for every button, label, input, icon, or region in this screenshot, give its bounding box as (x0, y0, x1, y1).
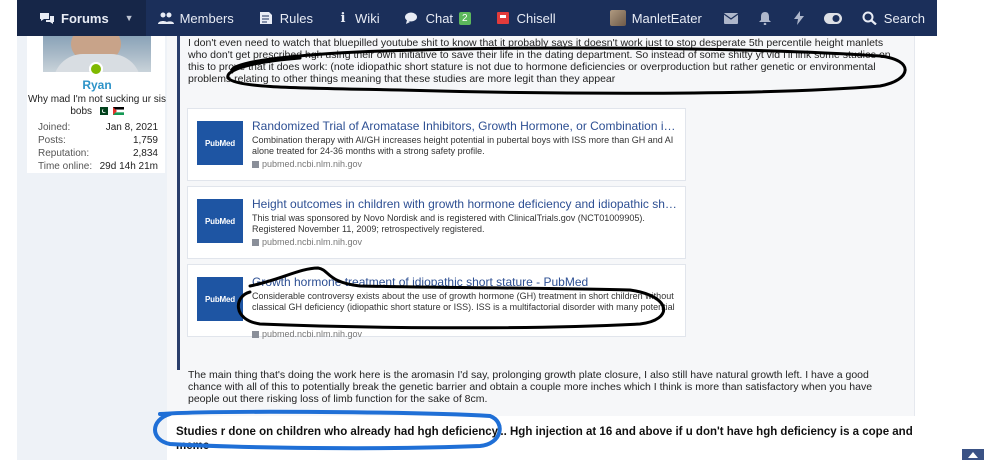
nav-wiki-label: Wiki (355, 10, 380, 26)
embed-source-text: pubmed.ncbi.nlm.nih.gov (262, 329, 363, 339)
reply-text: Studies r done on children who already h… (176, 426, 913, 452)
forum-page: { "nav": { "forums": "Forums", "members"… (0, 0, 1000, 460)
bell-icon[interactable] (748, 0, 782, 36)
right-gutter (924, 36, 937, 460)
info-icon: i (340, 10, 346, 26)
chisell-icon (496, 12, 509, 24)
bolt-icon[interactable] (782, 0, 816, 36)
nav-chisell[interactable]: Chisell (483, 0, 568, 36)
nav-wiki[interactable]: i Wiki (325, 0, 392, 36)
post-intro-text: I don't even need to watch that bluepill… (188, 37, 891, 85)
top-nav: Forums ▼ Members Rules i Wiki Chat 2 Chi… (17, 0, 937, 36)
pubmed-logo-icon: PubMed (197, 121, 243, 165)
book-icon (259, 12, 272, 24)
nav-search-label: Search (883, 10, 925, 26)
nav-chat[interactable]: Chat 2 (392, 0, 483, 36)
pubmed-logo-icon: PubMed (197, 277, 243, 321)
link-embed[interactable]: PubMed Randomized Trial of Aromatase Inh… (187, 108, 686, 181)
chat-badge: 2 (459, 11, 471, 25)
stat-joined: Joined: Jan 8, 2021 (38, 121, 158, 134)
stat-label: Posts: (38, 135, 66, 146)
nav-members-label: Members (179, 10, 234, 26)
chevron-down-icon[interactable]: ▼ (125, 13, 134, 23)
scroll-to-top-button[interactable] (962, 449, 984, 460)
nav-search[interactable]: Search (850, 0, 937, 36)
account-username: ManletEater (631, 10, 702, 26)
embed-description: Considerable controversy exists about th… (252, 291, 675, 312)
comments-icon (40, 13, 54, 24)
online-status-icon (89, 62, 103, 76)
avatar (609, 10, 626, 26)
toggle-icon[interactable] (816, 0, 850, 36)
post-outro-text: The main thing that's doing the work her… (188, 369, 873, 405)
favicon-icon (252, 238, 259, 246)
stat-label: Joined: (38, 122, 71, 133)
embed-title[interactable]: Growth hormone treatment of idiopathic s… (252, 275, 677, 289)
embed-title[interactable]: Randomized Trial of Aromatase Inhibitors… (252, 119, 677, 133)
favicon-icon (252, 330, 259, 338)
nav-rules[interactable]: Rules (246, 0, 325, 36)
embed-source-text: pubmed.ncbi.nlm.nih.gov (262, 237, 363, 247)
nav-chisell-label: Chisell (516, 10, 556, 26)
nav-chat-label: Chat (425, 10, 454, 26)
nav-forums[interactable]: Forums ▼ (17, 0, 146, 36)
user-stats: Joined: Jan 8, 2021 Posts: 1,759 Reputatio… (38, 121, 158, 173)
nav-right: ManletEater Search (598, 0, 937, 36)
stat-value: 1,759 (132, 135, 158, 146)
palestine-flag-icon (112, 107, 124, 116)
stat-label: Time online: (38, 161, 93, 172)
stat-reputation: Reputation: 2,834 (38, 147, 158, 160)
stat-value: Jan 8, 2021 (105, 122, 158, 133)
embed-source: pubmed.ncbi.nlm.nih.gov (252, 237, 362, 247)
nav-rules-label: Rules (279, 10, 314, 26)
favicon-icon (252, 160, 259, 168)
embed-description: This trial was sponsored by Novo Nordisk… (252, 213, 645, 234)
embed-description: Combination therapy with AI/GH increases… (252, 135, 674, 156)
stat-time-online: Time online: 29d 14h 21m (38, 160, 158, 173)
embed-source-text: pubmed.ncbi.nlm.nih.gov (262, 159, 363, 169)
quote-bar (177, 36, 180, 370)
pakistan-flag-icon (96, 107, 108, 116)
nav-forums-label: Forums (61, 10, 109, 26)
embed-title[interactable]: Height outcomes in children with growth … (252, 197, 677, 211)
nav-members[interactable]: Members (146, 0, 246, 36)
stat-label: Reputation: (38, 148, 90, 159)
embed-source: pubmed.ncbi.nlm.nih.gov (252, 329, 362, 339)
stat-posts: Posts: 1,759 (38, 134, 158, 147)
link-embed[interactable]: PubMed Growth hormone treatment of idiop… (187, 264, 686, 339)
stat-value: 2,834 (132, 148, 158, 159)
pubmed-logo-icon: PubMed (197, 199, 243, 243)
chat-icon (404, 12, 417, 24)
user-name[interactable]: Ryan (27, 78, 167, 92)
users-icon (157, 12, 174, 24)
link-embed[interactable]: PubMed Height outcomes in children with … (187, 186, 686, 259)
search-icon (862, 11, 877, 25)
user-title: Why mad I'm not sucking ur sis bobs (27, 94, 167, 118)
stat-value: 29d 14h 21m (99, 161, 158, 172)
envelope-icon[interactable] (714, 0, 748, 36)
nav-account[interactable]: ManletEater (598, 0, 714, 36)
embed-source: pubmed.ncbi.nlm.nih.gov (252, 159, 362, 169)
